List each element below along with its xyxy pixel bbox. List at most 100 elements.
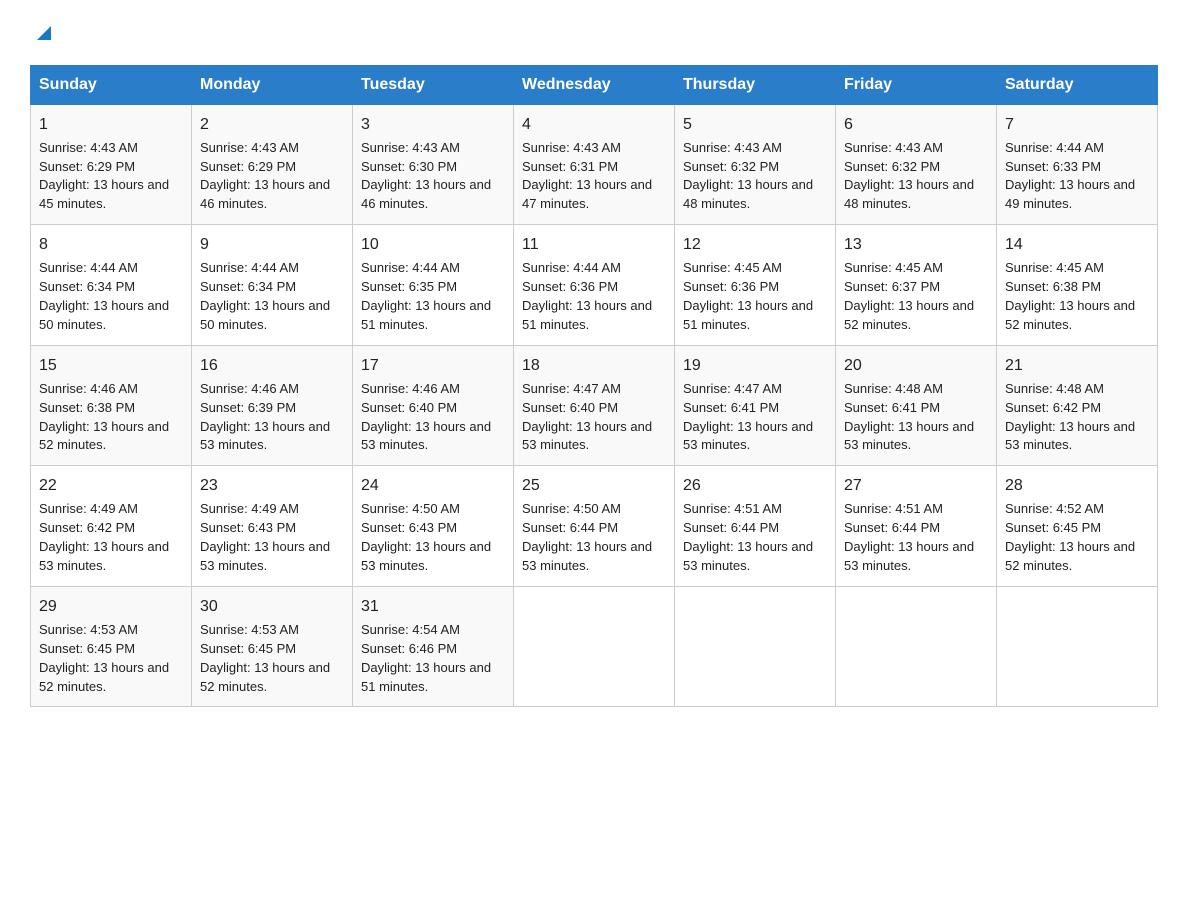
- calendar-cell: 6Sunrise: 4:43 AMSunset: 6:32 PMDaylight…: [836, 104, 997, 225]
- sunrise-line: Sunrise: 4:43 AM: [844, 140, 943, 155]
- day-number: 25: [522, 474, 666, 497]
- header-friday: Friday: [836, 65, 997, 104]
- daylight-line: Daylight: 13 hours and 51 minutes.: [361, 660, 491, 694]
- calendar-cell: 23Sunrise: 4:49 AMSunset: 6:43 PMDayligh…: [192, 466, 353, 587]
- sunset-line: Sunset: 6:34 PM: [200, 279, 296, 294]
- sunrise-line: Sunrise: 4:44 AM: [39, 260, 138, 275]
- sunset-line: Sunset: 6:34 PM: [39, 279, 135, 294]
- sunset-line: Sunset: 6:39 PM: [200, 400, 296, 415]
- calendar-cell: 20Sunrise: 4:48 AMSunset: 6:41 PMDayligh…: [836, 345, 997, 466]
- sunrise-line: Sunrise: 4:54 AM: [361, 622, 460, 637]
- day-number: 16: [200, 354, 344, 377]
- daylight-line: Daylight: 13 hours and 52 minutes.: [200, 660, 330, 694]
- daylight-line: Daylight: 13 hours and 46 minutes.: [361, 177, 491, 211]
- daylight-line: Daylight: 13 hours and 45 minutes.: [39, 177, 169, 211]
- calendar-week-row: 29Sunrise: 4:53 AMSunset: 6:45 PMDayligh…: [31, 586, 1158, 707]
- day-number: 20: [844, 354, 988, 377]
- logo: [30, 20, 55, 47]
- sunset-line: Sunset: 6:37 PM: [844, 279, 940, 294]
- day-number: 11: [522, 233, 666, 256]
- day-number: 26: [683, 474, 827, 497]
- day-number: 9: [200, 233, 344, 256]
- calendar-cell: 14Sunrise: 4:45 AMSunset: 6:38 PMDayligh…: [997, 225, 1158, 346]
- day-number: 23: [200, 474, 344, 497]
- sunrise-line: Sunrise: 4:43 AM: [200, 140, 299, 155]
- calendar-cell: 27Sunrise: 4:51 AMSunset: 6:44 PMDayligh…: [836, 466, 997, 587]
- daylight-line: Daylight: 13 hours and 51 minutes.: [522, 298, 652, 332]
- header-monday: Monday: [192, 65, 353, 104]
- sunrise-line: Sunrise: 4:46 AM: [200, 381, 299, 396]
- daylight-line: Daylight: 13 hours and 52 minutes.: [39, 660, 169, 694]
- calendar-week-row: 8 Sunrise: 4:44 AM Sunset: 6:34 PM Daylight…: [31, 225, 1158, 346]
- sunset-line: Sunset: 6:41 PM: [683, 400, 779, 415]
- sunrise-line: Sunrise: 4:51 AM: [683, 501, 782, 516]
- daylight-line: Daylight: 13 hours and 52 minutes.: [844, 298, 974, 332]
- sunrise-line: Sunrise: 4:49 AM: [39, 501, 138, 516]
- calendar-cell: 3Sunrise: 4:43 AMSunset: 6:30 PMDaylight…: [353, 104, 514, 225]
- day-number: 5: [683, 113, 827, 136]
- daylight-line: Daylight: 13 hours and 53 minutes.: [1005, 419, 1135, 453]
- daylight-line: Daylight: 13 hours and 53 minutes.: [683, 419, 813, 453]
- day-number: 8: [39, 233, 183, 256]
- calendar-cell: 21 Sunrise: 4:48 AM Sunset: 6:42 PM Dayligh…: [997, 345, 1158, 466]
- sunset-line: Sunset: 6:32 PM: [683, 159, 779, 174]
- sunrise-line: Sunrise: 4:46 AM: [361, 381, 460, 396]
- header-wednesday: Wednesday: [514, 65, 675, 104]
- sunset-line: Sunset: 6:44 PM: [522, 520, 618, 535]
- calendar-cell: 31Sunrise: 4:54 AMSunset: 6:46 PMDayligh…: [353, 586, 514, 707]
- calendar-cell: 28Sunrise: 4:52 AMSunset: 6:45 PMDayligh…: [997, 466, 1158, 587]
- daylight-line: Daylight: 13 hours and 53 minutes.: [522, 539, 652, 573]
- sunset-line: Sunset: 6:45 PM: [200, 641, 296, 656]
- daylight-line: Daylight: 13 hours and 53 minutes.: [39, 539, 169, 573]
- sunrise-line: Sunrise: 4:47 AM: [522, 381, 621, 396]
- sunset-line: Sunset: 6:33 PM: [1005, 159, 1101, 174]
- sunrise-line: Sunrise: 4:48 AM: [1005, 381, 1104, 396]
- logo-triangle-icon: [33, 20, 55, 47]
- sunset-line: Sunset: 6:46 PM: [361, 641, 457, 656]
- calendar-cell: 19Sunrise: 4:47 AMSunset: 6:41 PMDayligh…: [675, 345, 836, 466]
- calendar-cell: 25Sunrise: 4:50 AMSunset: 6:44 PMDayligh…: [514, 466, 675, 587]
- calendar-cell: 18Sunrise: 4:47 AMSunset: 6:40 PMDayligh…: [514, 345, 675, 466]
- calendar-cell: [836, 586, 997, 707]
- daylight-line: Daylight: 13 hours and 48 minutes.: [683, 177, 813, 211]
- sunrise-line: Sunrise: 4:52 AM: [1005, 501, 1104, 516]
- calendar-cell: 22Sunrise: 4:49 AMSunset: 6:42 PMDayligh…: [31, 466, 192, 587]
- day-number: 13: [844, 233, 988, 256]
- calendar-table: Sunday Monday Tuesday Wednesday Thursday…: [30, 65, 1158, 708]
- sunset-line: Sunset: 6:44 PM: [844, 520, 940, 535]
- sunset-line: Sunset: 6:43 PM: [361, 520, 457, 535]
- calendar-cell: 29Sunrise: 4:53 AMSunset: 6:45 PMDayligh…: [31, 586, 192, 707]
- calendar-week-row: 15Sunrise: 4:46 AMSunset: 6:38 PMDayligh…: [31, 345, 1158, 466]
- sunrise-line: Sunrise: 4:43 AM: [683, 140, 782, 155]
- day-number: 4: [522, 113, 666, 136]
- calendar-cell: 17Sunrise: 4:46 AMSunset: 6:40 PMDayligh…: [353, 345, 514, 466]
- day-number: 14: [1005, 233, 1149, 256]
- sunrise-line: Sunrise: 4:44 AM: [361, 260, 460, 275]
- daylight-line: Daylight: 13 hours and 52 minutes.: [39, 419, 169, 453]
- daylight-line: Daylight: 13 hours and 51 minutes.: [361, 298, 491, 332]
- calendar-cell: 8Sunrise: 4:44 AMSunset: 6:34 PMDaylight…: [31, 225, 192, 346]
- day-number: 10: [361, 233, 505, 256]
- sunset-line: Sunset: 6:32 PM: [844, 159, 940, 174]
- sunset-line: Sunset: 6:44 PM: [683, 520, 779, 535]
- calendar-cell: [997, 586, 1158, 707]
- daylight-line: Daylight: 13 hours and 53 minutes.: [200, 539, 330, 573]
- header-thursday: Thursday: [675, 65, 836, 104]
- sunrise-line: Sunrise: 4:49 AM: [200, 501, 299, 516]
- daylight-line: Daylight: 13 hours and 48 minutes.: [844, 177, 974, 211]
- calendar-cell: 5 Sunrise: 4:43 AM Sunset: 6:32 PM Daylight…: [675, 104, 836, 225]
- day-number: 7: [1005, 113, 1149, 136]
- calendar-cell: 26Sunrise: 4:51 AMSunset: 6:44 PMDayligh…: [675, 466, 836, 587]
- daylight-line: Daylight: 13 hours and 51 minutes.: [683, 298, 813, 332]
- calendar-cell: 1Sunrise: 4:43 AMSunset: 6:29 PMDaylight…: [31, 104, 192, 225]
- sunset-line: Sunset: 6:42 PM: [1005, 400, 1101, 415]
- calendar-cell: [675, 586, 836, 707]
- day-number: 2: [200, 113, 344, 136]
- sunrise-line: Sunrise: 4:45 AM: [1005, 260, 1104, 275]
- daylight-line: Daylight: 13 hours and 53 minutes.: [844, 419, 974, 453]
- daylight-line: Daylight: 13 hours and 49 minutes.: [1005, 177, 1135, 211]
- day-number: 19: [683, 354, 827, 377]
- day-number: 21: [1005, 354, 1149, 377]
- sunrise-line: Sunrise: 4:43 AM: [361, 140, 460, 155]
- sunset-line: Sunset: 6:42 PM: [39, 520, 135, 535]
